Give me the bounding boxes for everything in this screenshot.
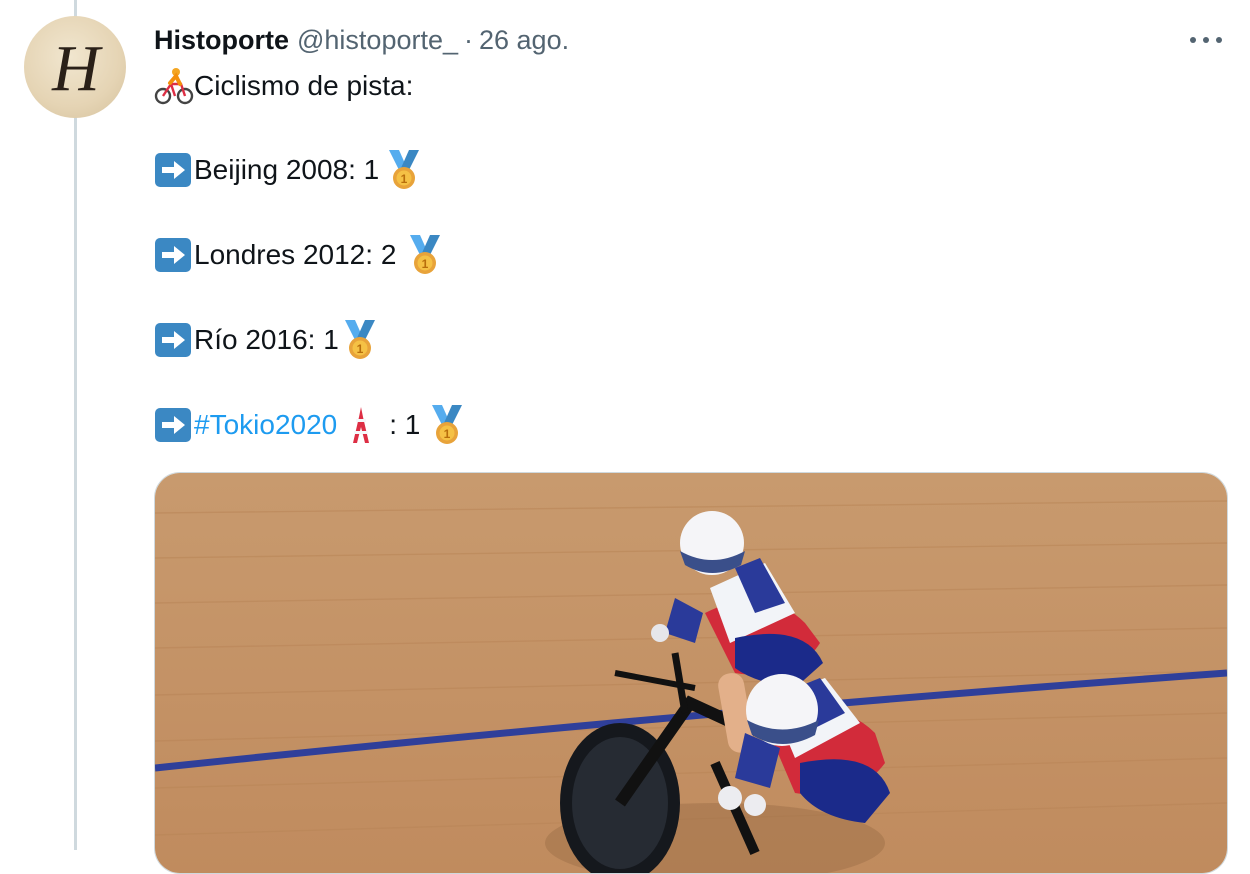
- more-options-button[interactable]: [1178, 22, 1234, 58]
- tweet-line-text: Londres 2012: 2: [194, 239, 397, 270]
- tweet-header: Histoporte @histoporte_ · 26 ago.: [154, 20, 569, 60]
- tweet-line-text: Beijing 2008: 1: [194, 154, 380, 185]
- tweet-timestamp[interactable]: 26 ago.: [479, 25, 569, 56]
- tweet-media-photo[interactable]: [154, 472, 1228, 874]
- tokyo-tower-emoji: [353, 407, 370, 443]
- svg-text:1: 1: [422, 257, 429, 271]
- author-handle[interactable]: @histoporte_: [297, 25, 458, 56]
- medal-emoji: 1: [389, 150, 420, 189]
- tweet-line: Ciclismo de pista:: [154, 66, 413, 106]
- svg-text:1: 1: [356, 342, 363, 356]
- tweet-line-text: Ciclismo de pista:: [194, 70, 414, 101]
- avatar-logo-icon: H: [51, 32, 103, 105]
- right-arrow-emoji: [155, 323, 191, 357]
- header-separator: ·: [464, 24, 473, 55]
- medal-emoji: 1: [344, 320, 375, 359]
- avatar[interactable]: H: [24, 16, 126, 118]
- right-arrow-emoji: [155, 153, 191, 187]
- hashtag-link[interactable]: #Tokio2020: [194, 407, 337, 443]
- tweet-line: Beijing 2008: 1 1: [154, 150, 425, 190]
- svg-text:1: 1: [444, 427, 451, 441]
- thread-line: [74, 0, 77, 850]
- medal-emoji: 1: [410, 235, 441, 274]
- author-display-name[interactable]: Histoporte: [154, 25, 289, 56]
- tweet-line: Río 2016: 1 1: [154, 320, 381, 360]
- more-horizontal-icon: [1190, 37, 1222, 43]
- cycling-photo: [155, 473, 1227, 873]
- tweet-line-text: : 1: [389, 409, 421, 440]
- svg-text:1: 1: [401, 172, 408, 186]
- bicyclist-emoji: [154, 68, 194, 105]
- right-arrow-emoji: [155, 408, 191, 442]
- right-arrow-emoji: [155, 238, 191, 272]
- tweet-line: #Tokio2020 : 1 1: [154, 405, 468, 445]
- tweet-line-text: Río 2016: 1: [194, 324, 339, 355]
- svg-text:H: H: [51, 32, 103, 105]
- tweet-line: Londres 2012: 2 1: [154, 235, 446, 275]
- medal-emoji: 1: [432, 405, 463, 444]
